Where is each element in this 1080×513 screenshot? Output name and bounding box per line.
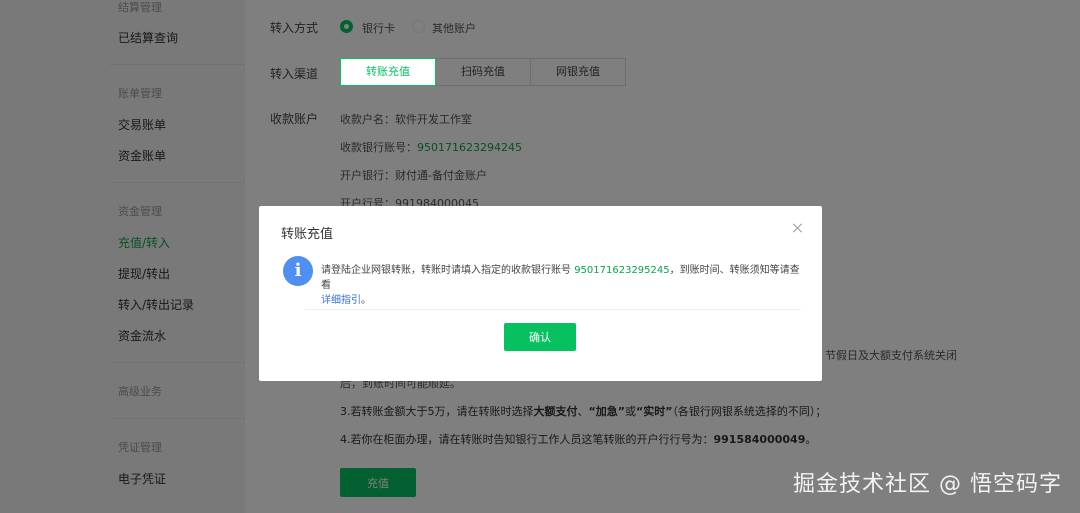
close-icon[interactable] bbox=[790, 220, 806, 236]
tab-transfer-recharge[interactable]: 转账充值 bbox=[340, 58, 436, 86]
watermark: 掘金技术社区 @ 悟空码字 bbox=[793, 472, 1062, 497]
confirm-button[interactable]: 确认 bbox=[504, 323, 576, 351]
modal-message-pre: 请登陆企业网银转账，转账时请填入指定的收款银行账号 bbox=[321, 265, 575, 276]
modal-message: 请登陆企业网银转账，转账时请填入指定的收款银行账号 95017162329524… bbox=[321, 263, 801, 308]
detailed-guide-link[interactable]: 详细指引 bbox=[321, 295, 361, 306]
modal-divider bbox=[305, 309, 801, 310]
transfer-recharge-dialog: 转账充值 i 请登陆企业网银转账，转账时请填入指定的收款银行账号 9501716… bbox=[259, 206, 822, 381]
modal-title: 转账充值 bbox=[281, 227, 334, 242]
modal-account-number: 950171623295245 bbox=[574, 265, 670, 276]
modal-message-end: 。 bbox=[361, 295, 371, 306]
info-icon: i bbox=[283, 256, 313, 286]
